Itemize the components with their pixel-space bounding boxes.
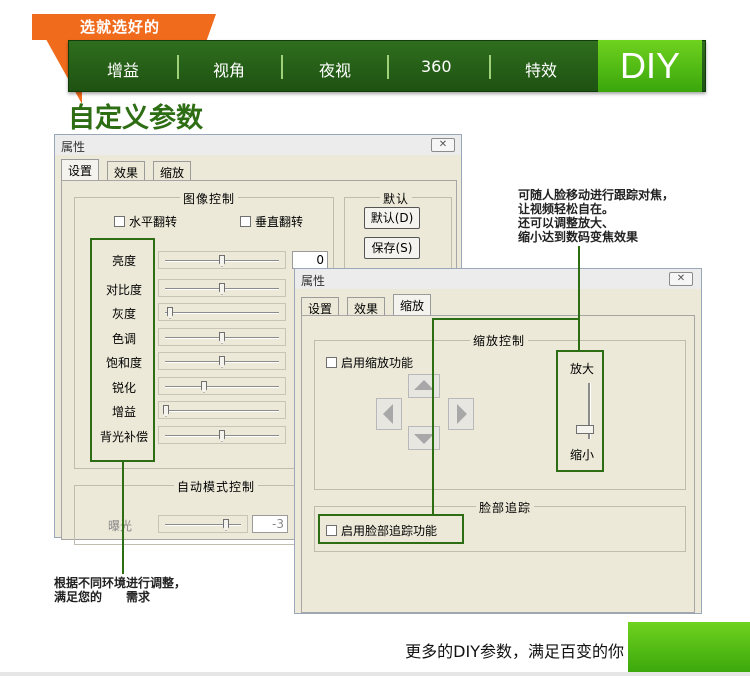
window-title: 属性 bbox=[295, 269, 701, 289]
saturation-slider[interactable] bbox=[158, 352, 286, 370]
slider-track bbox=[165, 524, 241, 526]
exposure-label: 曝光 bbox=[107, 519, 132, 533]
nav-separator bbox=[387, 55, 389, 79]
note-left: 根据不同环境进行调整， 满足您的 需求 bbox=[54, 576, 186, 604]
nav-item-night[interactable]: 夜视 bbox=[319, 57, 351, 81]
pan-down-button[interactable] bbox=[408, 426, 440, 450]
zoom-out-label: 缩小 bbox=[570, 448, 595, 462]
gray-slider[interactable] bbox=[158, 303, 286, 321]
slider-thumb[interactable] bbox=[201, 381, 207, 393]
zoom-control-label: 缩放控制 bbox=[470, 332, 529, 349]
image-control-label: 图像控制 bbox=[180, 190, 239, 207]
default-group-label: 默认 bbox=[380, 190, 413, 207]
close-icon[interactable]: ✕ bbox=[669, 272, 693, 286]
nav-item-gain[interactable]: 增益 bbox=[107, 57, 139, 81]
arrow-right-icon bbox=[457, 404, 467, 424]
face-tracking-label: 脸部追踪 bbox=[476, 499, 535, 516]
pan-right-button[interactable] bbox=[448, 398, 474, 430]
nav-separator bbox=[281, 55, 283, 79]
note-line: 还可以调整放大、 bbox=[518, 216, 615, 230]
slider-thumb[interactable] bbox=[167, 307, 173, 319]
slider-track bbox=[165, 410, 279, 412]
flip-vertical-label: 垂直翻转 bbox=[255, 215, 304, 229]
slider-thumb[interactable] bbox=[219, 255, 225, 267]
pan-up-button[interactable] bbox=[408, 374, 440, 398]
slider-thumb[interactable] bbox=[163, 405, 169, 417]
footer-green-block bbox=[628, 622, 750, 674]
callout-line-left bbox=[122, 462, 124, 574]
exposure-value[interactable]: -3 bbox=[252, 515, 288, 533]
tab-zoom[interactable]: 缩放 bbox=[393, 294, 432, 316]
callout-line-face-horizontal bbox=[432, 318, 580, 320]
checkbox-box[interactable] bbox=[326, 525, 337, 536]
hue-slider[interactable] bbox=[158, 328, 286, 346]
checkbox-box[interactable] bbox=[114, 216, 125, 227]
zoom-in-label: 放大 bbox=[570, 362, 595, 376]
slider-thumb[interactable] bbox=[219, 283, 225, 295]
auto-mode-label: 自动模式控制 bbox=[174, 478, 259, 495]
nav-item-angle[interactable]: 视角 bbox=[213, 57, 245, 81]
contrast-slider[interactable] bbox=[158, 279, 286, 297]
brightness-value[interactable]: 0 bbox=[292, 251, 328, 269]
sharpness-slider[interactable] bbox=[158, 377, 286, 395]
callout-line-face bbox=[432, 318, 434, 514]
note-line: 缩小达到数码变焦效果 bbox=[518, 230, 639, 244]
nav-item-effects[interactable]: 特效 bbox=[525, 57, 557, 81]
default-button[interactable]: 默认(D) bbox=[364, 207, 420, 229]
nav-separator bbox=[177, 55, 179, 79]
footer-line bbox=[0, 672, 750, 676]
flip-vertical-checkbox[interactable]: 垂直翻转 bbox=[240, 213, 303, 230]
nav-separator bbox=[489, 55, 491, 79]
zoom-panel: 缩放控制 启用缩放功能 脸部追踪 bbox=[301, 315, 695, 613]
slider-thumb[interactable] bbox=[219, 430, 225, 442]
note-right: 可随人脸移动进行跟踪对焦， 让视频轻松自在。 还可以调整放大、 缩小达到数码变焦… bbox=[518, 188, 674, 244]
slider-thumb[interactable] bbox=[223, 519, 229, 531]
enable-zoom-label: 启用缩放功能 bbox=[341, 356, 414, 370]
slider-thumb[interactable] bbox=[219, 356, 225, 368]
exposure-slider[interactable] bbox=[158, 515, 248, 533]
enable-face-tracking-label: 启用脸部追踪功能 bbox=[341, 524, 438, 538]
callout-line-zoom bbox=[578, 246, 580, 350]
brightness-slider[interactable] bbox=[158, 251, 286, 269]
slider-track bbox=[165, 386, 279, 388]
enable-zoom-checkbox[interactable]: 启用缩放功能 bbox=[326, 354, 413, 371]
enable-face-tracking-checkbox[interactable]: 启用脸部追踪功能 bbox=[326, 522, 437, 539]
checkbox-box[interactable] bbox=[326, 357, 337, 368]
nav-item-diy[interactable]: DIY bbox=[598, 40, 702, 92]
note-line: 满足您的 需求 bbox=[54, 590, 151, 604]
slider-track bbox=[165, 312, 279, 314]
arrow-down-icon bbox=[414, 434, 434, 444]
checkbox-box[interactable] bbox=[240, 216, 251, 227]
flip-horizontal-label: 水平翻转 bbox=[129, 215, 178, 229]
slider-thumb[interactable] bbox=[219, 332, 225, 344]
note-line: 可随人脸移动进行跟踪对焦， bbox=[518, 188, 675, 202]
zoom-slider-thumb[interactable] bbox=[576, 425, 594, 434]
note-line: 让视频轻松自在。 bbox=[518, 202, 615, 216]
pan-left-button[interactable] bbox=[376, 398, 402, 430]
banner-tag-text: 选就选好的 bbox=[80, 18, 161, 36]
page-title: 自定义参数 bbox=[68, 103, 203, 134]
save-button[interactable]: 保存(S) bbox=[364, 237, 420, 259]
footer-slogan: 更多的DIY参数，满足百变的你 bbox=[405, 642, 624, 661]
sliders-highlight-frame bbox=[90, 238, 155, 462]
nav-item-360[interactable]: 360 bbox=[421, 57, 452, 76]
backlight-slider[interactable] bbox=[158, 426, 286, 444]
window-title: 属性 bbox=[55, 135, 461, 155]
note-line: 根据不同环境进行调整， bbox=[54, 576, 187, 590]
arrow-left-icon bbox=[383, 404, 393, 424]
gain-slider[interactable] bbox=[158, 401, 286, 419]
tab-settings[interactable]: 设置 bbox=[61, 159, 100, 181]
close-icon[interactable]: ✕ bbox=[431, 138, 455, 152]
arrow-up-icon bbox=[414, 380, 434, 390]
flip-horizontal-checkbox[interactable]: 水平翻转 bbox=[114, 213, 177, 230]
